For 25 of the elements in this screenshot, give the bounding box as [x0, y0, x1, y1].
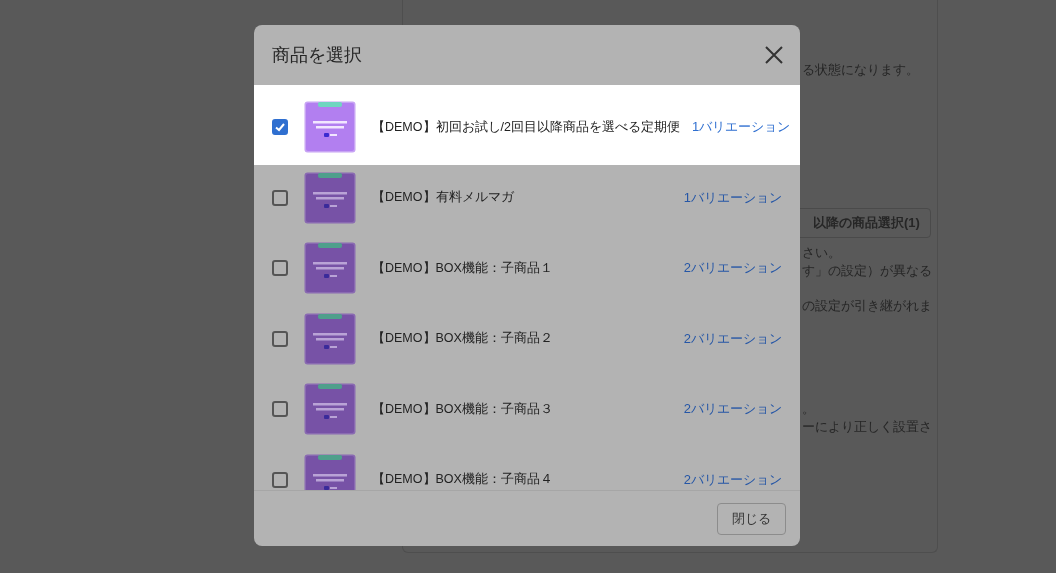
variations-link[interactable]: 2バリエーション: [683, 400, 782, 419]
product-name: 【DEMO】有料メルマガ: [372, 189, 515, 207]
product-name: 【DEMO】BOX機能：子商品１: [372, 259, 554, 277]
close-icon[interactable]: [764, 45, 784, 65]
checkbox[interactable]: [272, 471, 288, 488]
checkbox[interactable]: [272, 260, 288, 277]
variations-link[interactable]: 1バリエーション: [683, 188, 782, 207]
product-row[interactable]: 【DEMO】BOX機能：子商品４ 2バリエーション: [254, 444, 800, 490]
product-name: 【DEMO】初回お試し/2回目以降商品を選べる定期便: [372, 118, 680, 136]
checkbox[interactable]: [272, 330, 288, 347]
product-row[interactable]: 【DEMO】BOX機能：子商品３ 2バリエーション: [254, 374, 800, 445]
variations-link[interactable]: 1バリエーション: [691, 118, 791, 137]
checkbox[interactable]: [272, 401, 288, 418]
variations-link[interactable]: 2バリエーション: [683, 259, 782, 278]
checkbox[interactable]: [272, 189, 288, 206]
product-row[interactable]: 【DEMO】BOX機能：子商品２ 2バリエーション: [254, 303, 800, 374]
description-text: 。: [802, 400, 815, 418]
variations-link[interactable]: 2バリエーション: [683, 329, 782, 348]
checkbox[interactable]: [272, 119, 288, 136]
product-name: 【DEMO】BOX機能：子商品３: [372, 400, 554, 418]
product-name: 【DEMO】BOX機能：子商品４: [372, 471, 554, 489]
close-button[interactable]: 閉じる: [717, 502, 786, 535]
variations-link[interactable]: 2バリエーション: [683, 470, 782, 489]
product-name: 【DEMO】BOX機能：子商品２: [372, 330, 554, 348]
dialog-title: 商品を選択: [272, 44, 362, 67]
